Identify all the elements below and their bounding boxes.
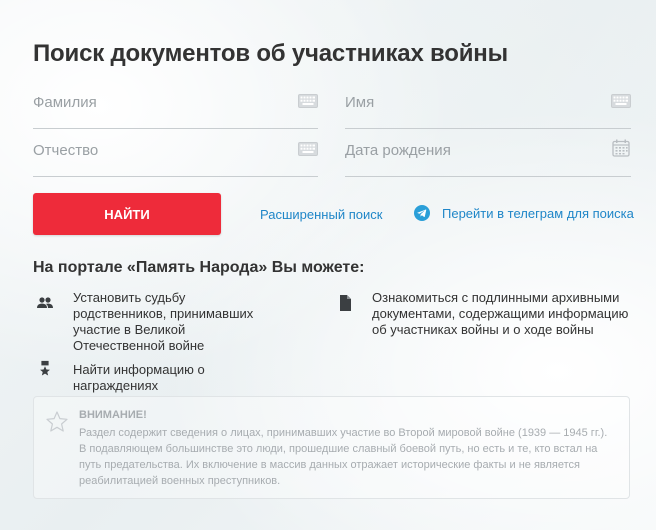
notice-body: Раздел содержит сведения о лицах, приним… [79, 427, 608, 487]
telegram-link-label: Перейти в телеграм для поиска [442, 205, 634, 221]
feature-text: Ознакомиться с подлинными архивными доку… [372, 290, 629, 337]
calendar-icon[interactable] [611, 139, 631, 157]
notice-title: ВНИМАНИЕ! [79, 409, 147, 421]
feature-text: Установить судьбу родственников, принима… [73, 290, 254, 353]
keyboard-icon[interactable] [298, 92, 318, 110]
features-heading: На портале «Память Народа» Вы можете: [33, 259, 365, 276]
last-name-field [33, 82, 318, 129]
middle-name-field [33, 130, 318, 177]
feature-text: Найти информацию о награждениях [73, 362, 205, 393]
first-name-input[interactable] [345, 82, 574, 122]
document-icon [340, 295, 351, 311]
search-button[interactable]: НАЙТИ [33, 193, 221, 235]
birth-date-field [345, 130, 631, 177]
birth-date-input[interactable] [345, 130, 574, 170]
first-name-field [345, 82, 631, 129]
keyboard-icon[interactable] [611, 92, 631, 110]
star-icon [46, 411, 68, 432]
feature-item-awards: Найти информацию о награждениях [36, 360, 296, 393]
telegram-icon [414, 205, 430, 221]
people-icon [37, 297, 53, 308]
feature-item-documents: Ознакомиться с подлинными архивными доку… [336, 290, 636, 340]
keyboard-icon[interactable] [298, 140, 318, 158]
advanced-search-link[interactable]: Расширенный поиск [260, 207, 382, 222]
medal-icon [40, 360, 50, 376]
warning-notice: ВНИМАНИЕ! Раздел содержит сведения о лиц… [33, 396, 630, 499]
last-name-input[interactable] [33, 82, 261, 122]
feature-item-relatives: Установить судьбу родственников, принима… [36, 290, 276, 353]
telegram-link[interactable]: Перейти в телеграм для поиска [414, 205, 634, 221]
middle-name-input[interactable] [33, 130, 261, 170]
page-title: Поиск документов об участниках войны [33, 40, 508, 67]
